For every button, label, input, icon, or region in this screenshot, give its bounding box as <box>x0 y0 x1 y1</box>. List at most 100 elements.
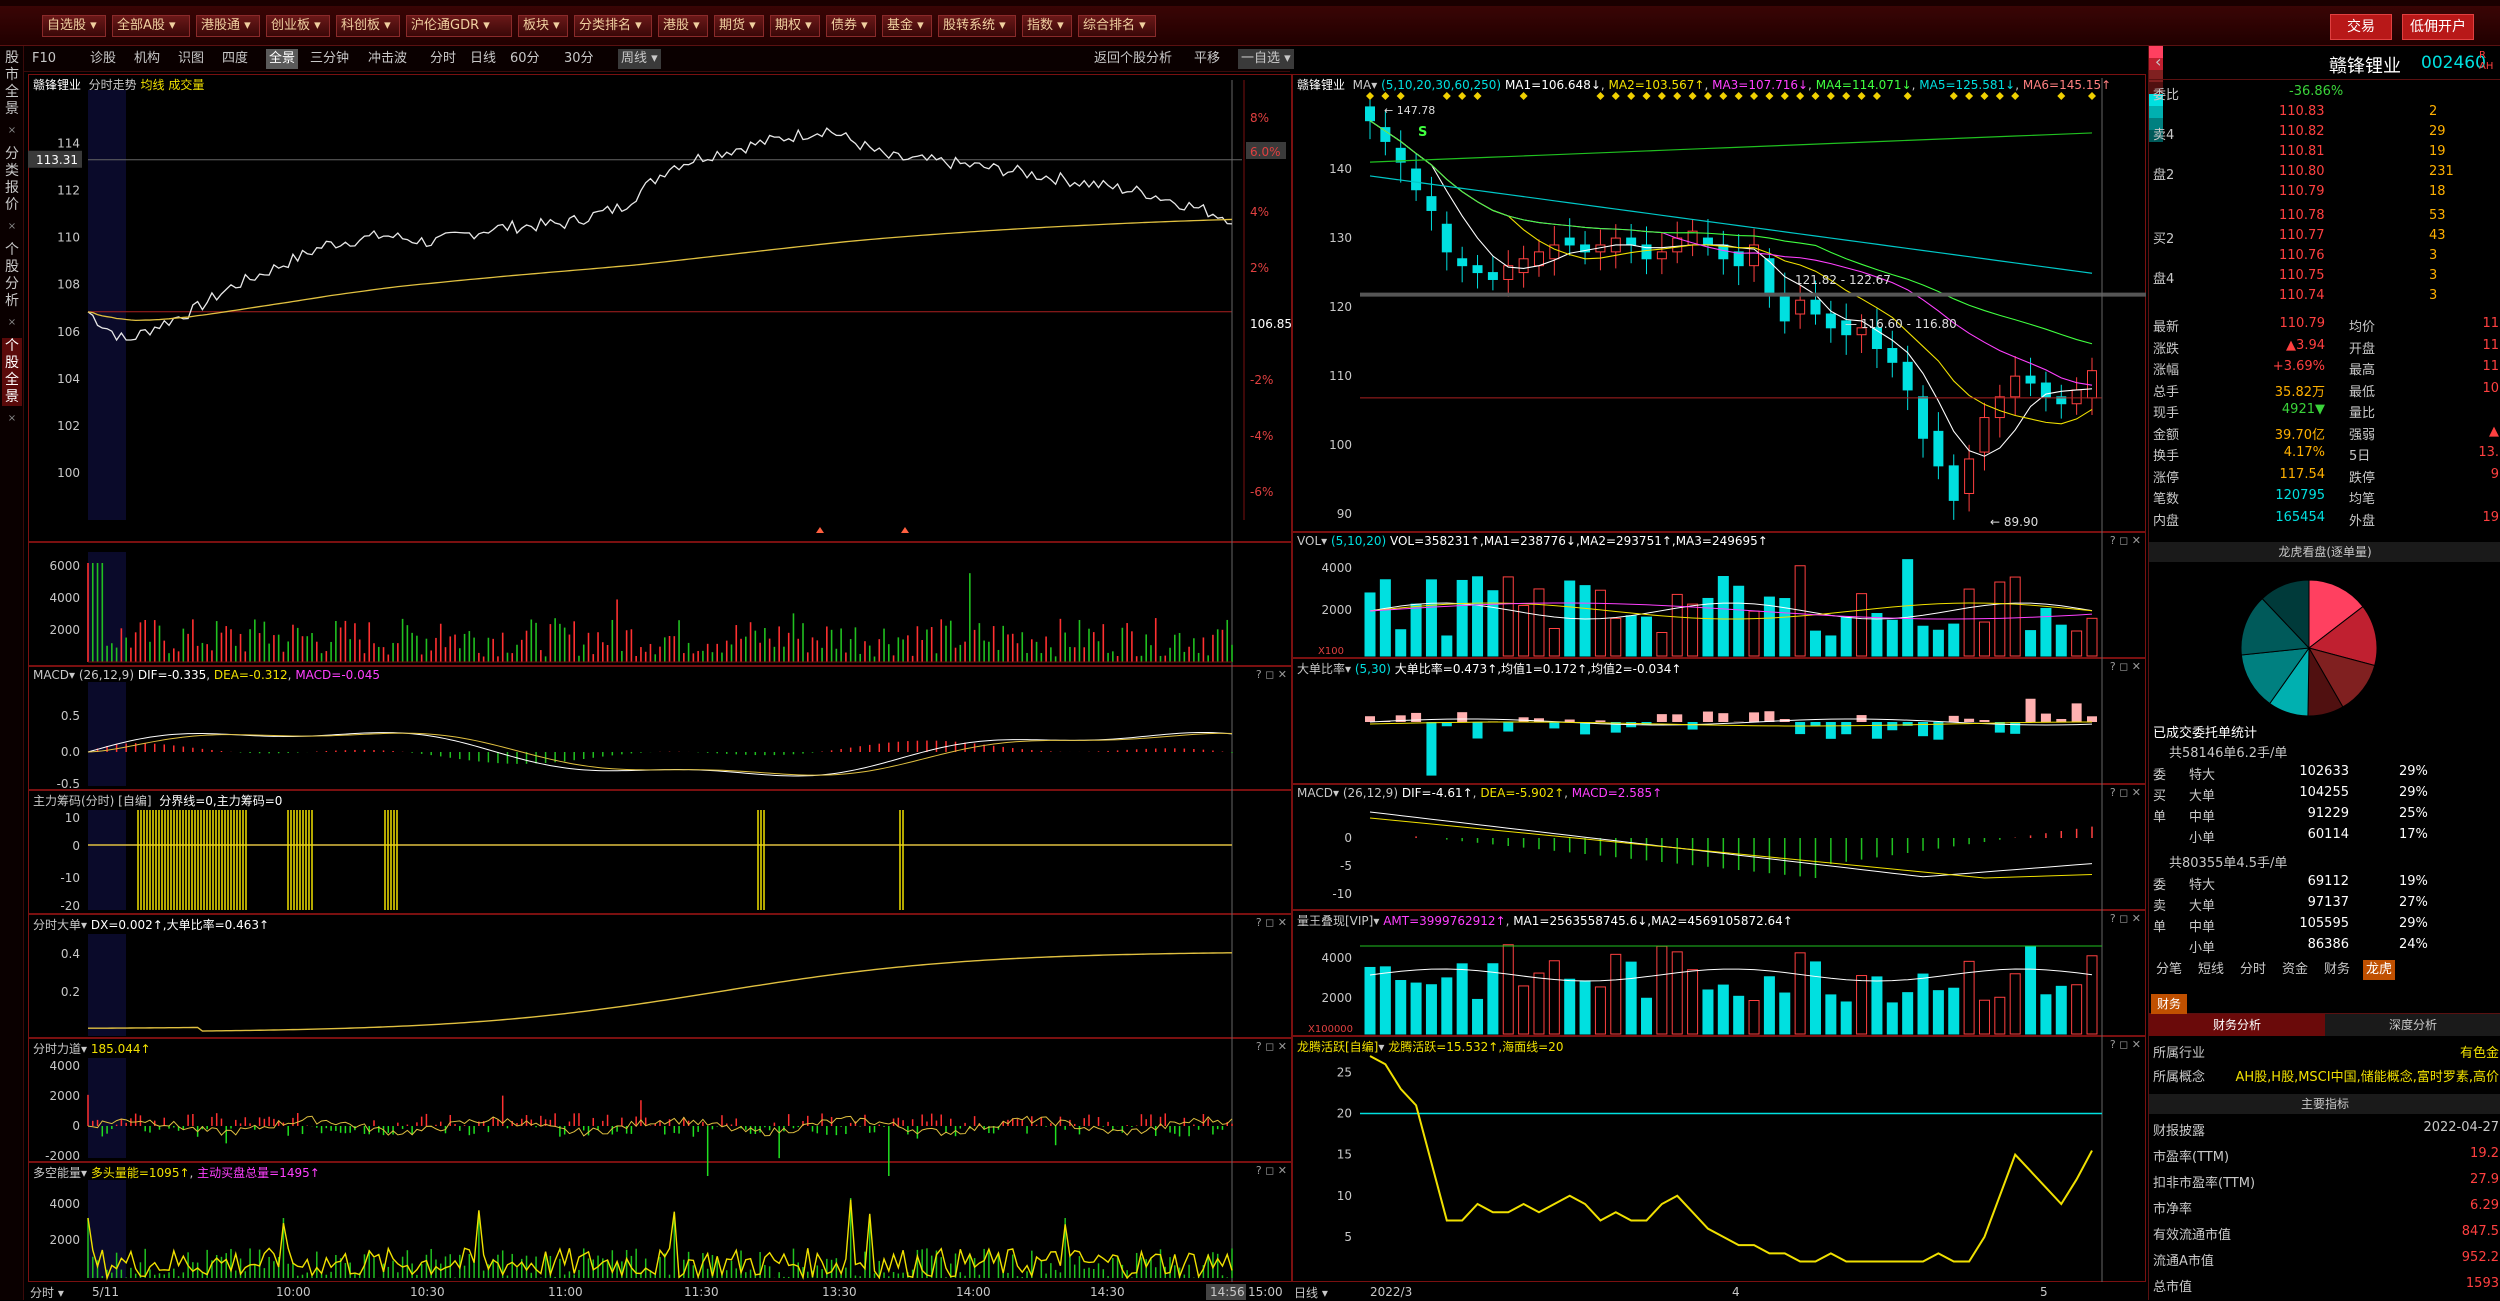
subtool-3[interactable]: 识图 <box>178 49 204 69</box>
daily-volume-panel[interactable]: VOL▾ (5,10,20) VOL=358231↑,MA1=238776↓,M… <box>1292 532 2146 658</box>
menu-item-7[interactable]: 分类排名 ▾ <box>574 15 652 37</box>
daily-kline-panel[interactable]: 赣锋锂业 MA▾ (5,10,20,30,60,250) MA1=106.648… <box>1292 74 2146 532</box>
menu-item-9[interactable]: 期货 ▾ <box>714 15 764 37</box>
daily-amount-title: 量王叠现[VIP]▾ AMT=3999762912↑, MA1=25635587… <box>1297 912 1793 929</box>
fin-analysis-tab[interactable]: 财务分析 <box>2149 1014 2325 1036</box>
trade-button[interactable]: 交易 <box>2330 14 2392 40</box>
panel-controls[interactable]: ? ◻ ✕ <box>2110 786 2141 799</box>
menu-item-6[interactable]: 板块 ▾ <box>518 15 568 37</box>
sidebar-tab-1[interactable]: 分类报价 <box>2 146 22 214</box>
menu-item-1[interactable]: 全部A股 ▾ <box>112 15 190 37</box>
intra-energy-name: 多空能量 <box>33 1166 81 1180</box>
panel-controls[interactable]: ? ◻ ✕ <box>2110 660 2141 673</box>
sidebar-tab-3[interactable]: 个股全景 <box>2 338 22 406</box>
deep-analysis-tab[interactable]: 深度分析 <box>2325 1014 2500 1036</box>
subtool-right-2[interactable]: 一自选 ▾ <box>1238 49 1294 69</box>
quote-tab-3[interactable]: 资金 <box>2279 960 2311 980</box>
panel-controls[interactable]: ? ◻ ✕ <box>2110 534 2141 547</box>
period-0[interactable]: 分时 <box>430 49 456 69</box>
panel-controls[interactable]: ? ◻ ✕ <box>2110 1038 2141 1051</box>
sidebar-tab-0[interactable]: 股市全景 <box>2 50 22 118</box>
menu-item-3[interactable]: 创业板 ▾ <box>266 15 330 37</box>
menu-item-13[interactable]: 股转系统 ▾ <box>938 15 1016 37</box>
subtool-0[interactable]: F10 <box>32 49 56 69</box>
daily-amount-panel[interactable]: 量王叠现[VIP]▾ AMT=3999762912↑, MA1=25635587… <box>1292 910 2146 1036</box>
period-1[interactable]: 日线 <box>470 49 496 69</box>
sidebar-tab-close-icon[interactable]: × <box>2 122 22 139</box>
panel-controls[interactable]: ? ◻ ✕ <box>2110 912 2141 925</box>
daily-macd-panel[interactable]: MACD▾ (26,12,9) DIF=-4.61↑, DEA=-5.902↑,… <box>1292 784 2146 910</box>
intra-force-desc: 185.044↑ <box>91 1042 151 1056</box>
weibi-value: -36.86% <box>2289 84 2343 99</box>
quote-tab-4[interactable]: 财务 <box>2321 960 2353 980</box>
menu-item-10[interactable]: 期权 ▾ <box>770 15 820 37</box>
daily-ma4: MA4=114.071↓ <box>1816 78 1912 92</box>
fin-tab[interactable]: 财务 <box>2151 994 2187 1014</box>
indicator-value: 1593 <box>2349 1276 2499 1291</box>
intraday-volume-panel[interactable] <box>28 542 1292 666</box>
fin-value: AH股,H股,MSCI中国,储能概念,富时罗素,高价 <box>2219 1066 2499 1085</box>
panel-controls[interactable]: ? ◻ ✕ <box>1256 1040 1287 1053</box>
back-icon[interactable]: ‹ <box>2155 52 2161 71</box>
intraday-period-toggle[interactable]: 分时 ▾ <box>30 1284 64 1301</box>
menu-item-15[interactable]: 综合排名 ▾ <box>1078 15 1156 37</box>
indicator-value: 27.9 <box>2349 1172 2499 1187</box>
buy-side-label: 买 <box>2153 785 2166 804</box>
sell-volume: 2 <box>2429 104 2437 119</box>
intraday-time-tick: 10:00 <box>276 1285 311 1299</box>
subtool-5[interactable]: 全景 <box>266 49 298 69</box>
intra-energy-desc2: 主动买盘总量=1495↑ <box>197 1166 320 1180</box>
period-4[interactable]: 周线 ▾ <box>618 49 661 69</box>
subtool-7[interactable]: 冲击波 <box>368 49 407 69</box>
panel-controls[interactable]: ? ◻ ✕ <box>1256 1164 1287 1177</box>
stat-value: 10 <box>2449 381 2499 396</box>
sidebar-tab-close-icon[interactable]: × <box>2 314 22 331</box>
menu-item-11[interactable]: 债券 ▾ <box>826 15 876 37</box>
subtool-1[interactable]: 诊股 <box>90 49 116 69</box>
sell-size-pct: 27% <box>2399 895 2428 910</box>
sidebar-tab-2[interactable]: 个股分析 <box>2 242 22 310</box>
menu-item-0[interactable]: 自选股 ▾ <box>42 15 106 37</box>
daily-amount-amt: AMT=3999762912↑ <box>1383 914 1505 928</box>
fin-label: 所属行业 <box>2153 1042 2205 1061</box>
intraday-force-panel[interactable]: 分时力道▾ 185.044↑ ? ◻ ✕ <box>28 1038 1292 1162</box>
menu-item-12[interactable]: 基金 ▾ <box>882 15 932 37</box>
daily-bigratio-panel[interactable]: 大单比率▾ (5,30) 大单比率=0.473↑,均值1=0.172↑,均值2=… <box>1292 658 2146 784</box>
menu-item-8[interactable]: 港股 ▾ <box>658 15 708 37</box>
menu-item-4[interactable]: 科创板 ▾ <box>336 15 400 37</box>
intraday-macd-panel[interactable]: MACD▾ (26,12,9) DIF=-0.335, DEA=-0.312, … <box>28 666 1292 790</box>
stat-label: 外盘 <box>2349 510 2375 529</box>
subtool-4[interactable]: 四度 <box>222 49 248 69</box>
panel-controls[interactable]: ? ◻ ✕ <box>1256 916 1287 929</box>
intraday-energy-panel[interactable]: 多空能量▾ 多头量能=1095↑, 主动买盘总量=1495↑ ? ◻ ✕ <box>28 1162 1292 1282</box>
subtool-right-0[interactable]: 返回个股分析 <box>1094 49 1172 69</box>
menu-item-14[interactable]: 指数 ▾ <box>1022 15 1072 37</box>
sell-total-label: 共80355单4.5手/单 <box>2169 852 2287 871</box>
panel-controls[interactable]: ? ◻ ✕ <box>1256 668 1287 681</box>
sidebar-tab-close-icon[interactable]: × <box>2 218 22 235</box>
quote-tab-5[interactable]: 龙虎 <box>2363 960 2395 980</box>
period-2[interactable]: 60分 <box>510 49 540 69</box>
period-3[interactable]: 30分 <box>564 49 594 69</box>
daily-dragon-panel[interactable]: 龙腾活跃[自编]▾ 龙腾活跃=15.532↑,海面线=20 ? ◻ ✕ <box>1292 1036 2146 1282</box>
sidebar-tab-close-icon[interactable]: × <box>2 410 22 427</box>
quote-tab-2[interactable]: 分时 <box>2237 960 2269 980</box>
intraday-price-panel[interactable]: 赣锋锂业 分时走势 均线 成交量 <box>28 74 1292 542</box>
menu-item-5[interactable]: 沪伦通GDR ▾ <box>406 15 512 37</box>
intraday-bigorder-panel[interactable]: 分时大单▾ DX=0.002↑,大单比率=0.463↑ ? ◻ ✕ <box>28 914 1292 1038</box>
subtool-2[interactable]: 机构 <box>134 49 160 69</box>
quote-tab-1[interactable]: 短线 <box>2195 960 2227 980</box>
daily-stock-name: 赣锋锂业 <box>1297 78 1345 92</box>
open-account-button[interactable]: 低佣开户 <box>2402 14 2474 40</box>
quote-header: ‹ 赣锋锂业 002460 RAH <box>2149 46 2500 80</box>
intraday-chip-panel[interactable]: 主力筹码(分时) [自编] 分界线=0,主力筹码=0 <box>28 790 1292 914</box>
daily-period-toggle[interactable]: 日线 ▾ <box>1294 1284 1328 1301</box>
quote-tab-0[interactable]: 分笔 <box>2153 960 2185 980</box>
stat-label: 均笔 <box>2349 488 2375 507</box>
buy-level-label: 盘4 <box>2153 268 2174 287</box>
dragon-title: 龙虎看盘(逐单量) <box>2149 542 2500 562</box>
subtool-6[interactable]: 三分钟 <box>310 49 349 69</box>
menu-item-2[interactable]: 港股通 ▾ <box>196 15 260 37</box>
buy-size-pct: 29% <box>2399 764 2428 779</box>
subtool-right-1[interactable]: 平移 <box>1194 49 1220 69</box>
